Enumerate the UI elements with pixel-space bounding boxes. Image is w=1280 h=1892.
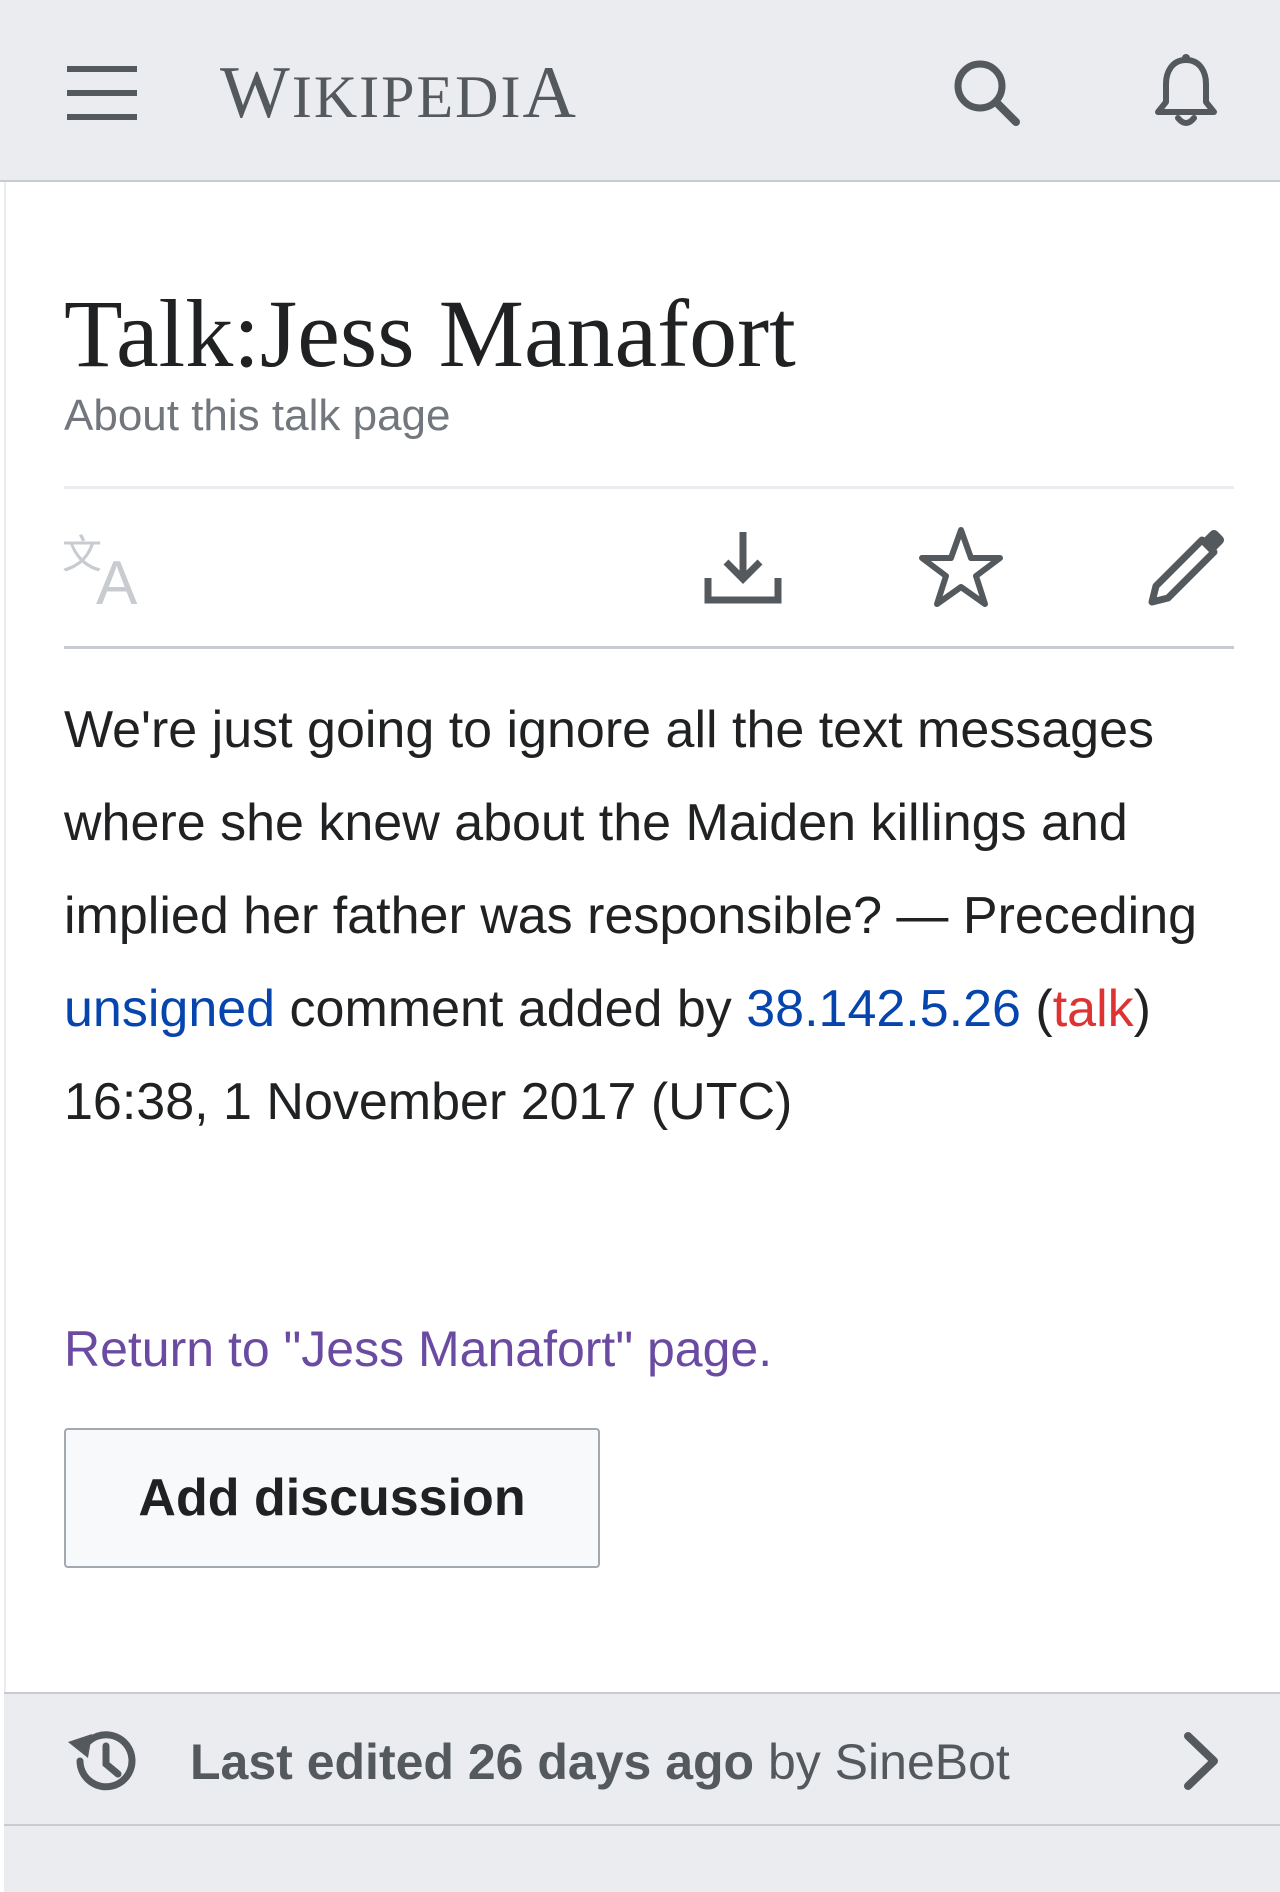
comment-added-by-text: comment added by — [275, 980, 747, 1038]
wordmark-letter-w: W — [220, 52, 292, 134]
user-talk-link[interactable]: talk — [1053, 980, 1134, 1038]
chevron-right-icon — [1184, 1732, 1218, 1790]
talk-page-content: Talk:Jess Manafort About this talk page … — [4, 182, 1280, 1692]
last-edited-label: Last edited 26 days ago — [190, 1734, 755, 1790]
top-bar: WIKIPEDIA — [0, 0, 1280, 182]
search-icon[interactable] — [946, 52, 1026, 132]
about-talk-page-link[interactable]: About this talk page — [64, 388, 450, 444]
wordmark-letters-ikipedi: IKIPEDI — [291, 64, 523, 130]
footer-strip — [4, 1826, 1280, 1892]
last-editor: by SineBot — [754, 1734, 1010, 1790]
page-title: Talk:Jess Manafort — [64, 280, 796, 387]
svg-text:A: A — [96, 549, 138, 612]
download-icon[interactable] — [698, 522, 788, 612]
divider — [64, 646, 1234, 649]
wikipedia-wordmark[interactable]: WIKIPEDIA — [220, 48, 578, 142]
menu-icon[interactable] — [67, 66, 137, 120]
edit-pencil-icon[interactable] — [1142, 522, 1232, 612]
bell-icon[interactable] — [1146, 52, 1226, 132]
last-edited-text: Last edited 26 days ago by SineBot — [190, 1732, 1010, 1792]
return-to-article-link[interactable]: Return to "Jess Manafort" page. — [64, 1318, 772, 1380]
history-icon — [68, 1731, 136, 1791]
wordmark-letter-a: A — [522, 52, 578, 134]
comment-text: We're just going to ignore all the text … — [64, 701, 1198, 945]
add-discussion-button[interactable]: Add discussion — [64, 1428, 600, 1568]
language-icon[interactable]: 文 A — [62, 522, 152, 612]
last-edited-bar[interactable]: Last edited 26 days ago by SineBot — [4, 1692, 1280, 1826]
divider — [64, 486, 1234, 489]
comment-paren: ( — [1020, 980, 1053, 1038]
unsigned-link[interactable]: unsigned — [64, 980, 275, 1038]
ip-contributions-link[interactable]: 38.142.5.26 — [746, 980, 1021, 1038]
star-icon[interactable] — [916, 522, 1006, 612]
talk-comment: We're just going to ignore all the text … — [64, 684, 1254, 1149]
